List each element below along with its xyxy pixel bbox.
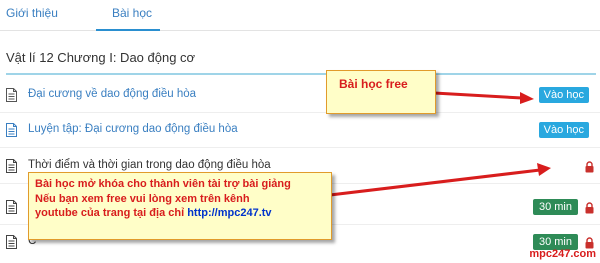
free-lesson-callout: Bài học free — [326, 70, 436, 114]
free-callout-text: Bài học free — [339, 77, 408, 91]
unlock-callout: Bài học mở khóa cho thành viên tài trợ b… — [28, 172, 332, 240]
chapter-divider — [6, 73, 596, 75]
chapter-title: Vật lí 12 Chương I: Dao động cơ — [6, 50, 196, 65]
tab-lessons[interactable]: Bài học — [112, 6, 152, 20]
enter-lesson-button[interactable]: Vào học — [538, 122, 589, 138]
active-tab-indicator — [96, 29, 160, 31]
document-icon — [6, 159, 17, 173]
document-icon — [6, 88, 17, 102]
unlock-line-3: youtube của trang tại địa chỉ — [35, 207, 185, 219]
lesson-title-link[interactable]: Đại cương về dao động điều hòa — [28, 88, 196, 100]
enter-lesson-button[interactable]: Vào học — [538, 87, 589, 103]
document-icon — [6, 200, 17, 214]
lesson-title: Thời điểm và thời gian trong dao động đi… — [28, 159, 271, 171]
duration-badge: 30 min — [532, 199, 578, 215]
tab-intro[interactable]: Giới thiệu — [6, 6, 58, 20]
lesson-row: Luyện tập: Đại cương dao động điều hòa V… — [0, 113, 600, 148]
document-icon — [6, 123, 17, 137]
lock-icon — [585, 161, 594, 173]
lesson-tabs: Giới thiệu Bài học — [0, 0, 600, 31]
document-icon — [6, 235, 17, 249]
unlock-line-2: Nếu bạn xem free vui lòng xem trên kênh — [35, 192, 250, 205]
unlock-line-1: Bài học mở khóa cho thành viên tài trợ b… — [35, 178, 291, 190]
lesson-title-link[interactable]: Luyện tập: Đại cương dao động điều hòa — [28, 123, 238, 135]
youtube-channel-link[interactable]: http://mpc247.tv — [187, 207, 271, 219]
site-watermark: mpc247.com — [529, 248, 596, 260]
lesson-row: Đại cương về dao động điều hòa Vào học — [0, 78, 600, 113]
lock-icon — [585, 202, 594, 214]
unlock-callout-text: Bài học mở khóa cho thành viên tài trợ b… — [35, 177, 291, 221]
unlock-line-3-wrap: youtube của trang tại địa chỉ http://mpc… — [35, 206, 291, 221]
